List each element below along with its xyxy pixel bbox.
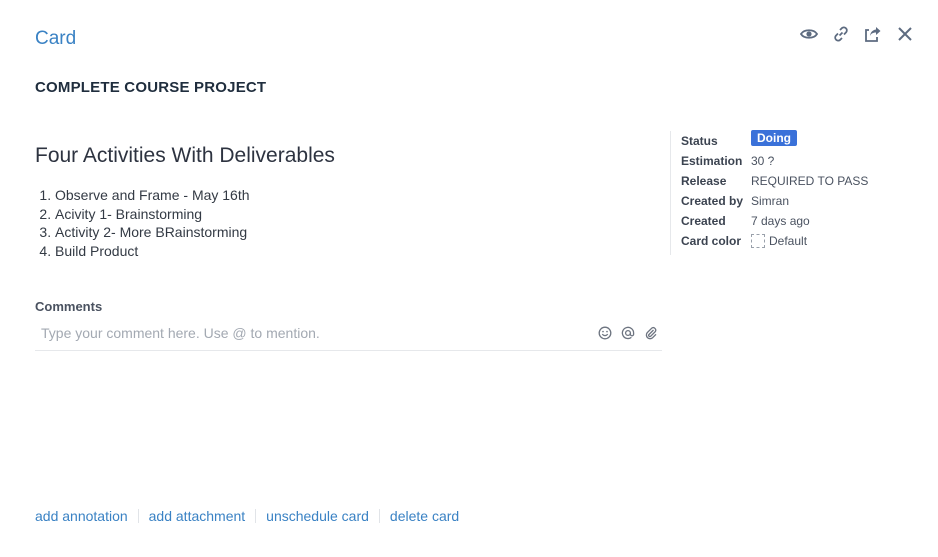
created-by-label: Created by [681,194,744,208]
release-row: Release REQUIRED TO PASS [681,171,900,191]
created-label: Created [681,214,726,228]
card-details-panel: Status Doing Estimation 30 ? Release REQ… [670,130,900,255]
estimation-label: Estimation [681,154,743,168]
list-item: Acivity 1- Brainstorming [55,205,250,224]
description-heading: Four Activities With Deliverables [35,144,335,167]
created-value: 7 days ago [751,214,810,228]
description-list: Observe and Frame - May 16th Acivity 1- … [35,186,250,260]
close-icon[interactable] [896,25,914,43]
header-actions [800,25,914,43]
mention-icon[interactable] [620,325,635,340]
comments-label: Comments [35,299,103,314]
comment-box [35,319,662,351]
add-attachment-link[interactable]: add attachment [149,508,246,524]
created-row: Created 7 days ago [681,211,900,231]
estimation-value[interactable]: 30 ? [751,154,774,168]
status-label: Status [681,134,718,148]
comment-tools [597,325,658,340]
created-by-value: Simran [751,194,790,208]
divider [137,509,139,523]
list-item: Activity 2- More BRainstorming [55,223,250,242]
eye-icon[interactable] [800,25,818,43]
list-item: Observe and Frame - May 16th [55,186,250,205]
unschedule-card-link[interactable]: unschedule card [266,508,369,524]
comment-input[interactable] [41,325,581,341]
emoji-icon[interactable] [597,325,612,340]
status-row: Status Doing [681,130,900,151]
add-annotation-link[interactable]: add annotation [35,508,128,524]
release-label: Release [681,174,727,188]
divider [378,509,380,523]
card-type-link[interactable]: Card [35,28,76,50]
card-color-label: Card color [681,234,742,248]
card-color-picker[interactable]: Default [751,234,807,248]
card-color-row: Card color Default [681,231,900,251]
card-title[interactable]: COMPLETE COURSE PROJECT [35,79,266,96]
card-actions: add annotation add attachment unschedule… [35,508,459,524]
link-icon[interactable] [832,25,850,43]
card-color-value: Default [769,234,808,248]
estimation-row: Estimation 30 ? [681,151,900,171]
attach-icon[interactable] [643,325,658,340]
divider [255,509,257,523]
status-badge[interactable]: Doing [751,130,797,146]
color-swatch[interactable] [751,234,765,248]
list-item: Build Product [55,242,250,261]
created-by-row: Created by Simran [681,191,900,211]
release-value[interactable]: REQUIRED TO PASS [751,174,868,188]
delete-card-link[interactable]: delete card [390,508,459,524]
share-icon[interactable] [864,25,882,43]
